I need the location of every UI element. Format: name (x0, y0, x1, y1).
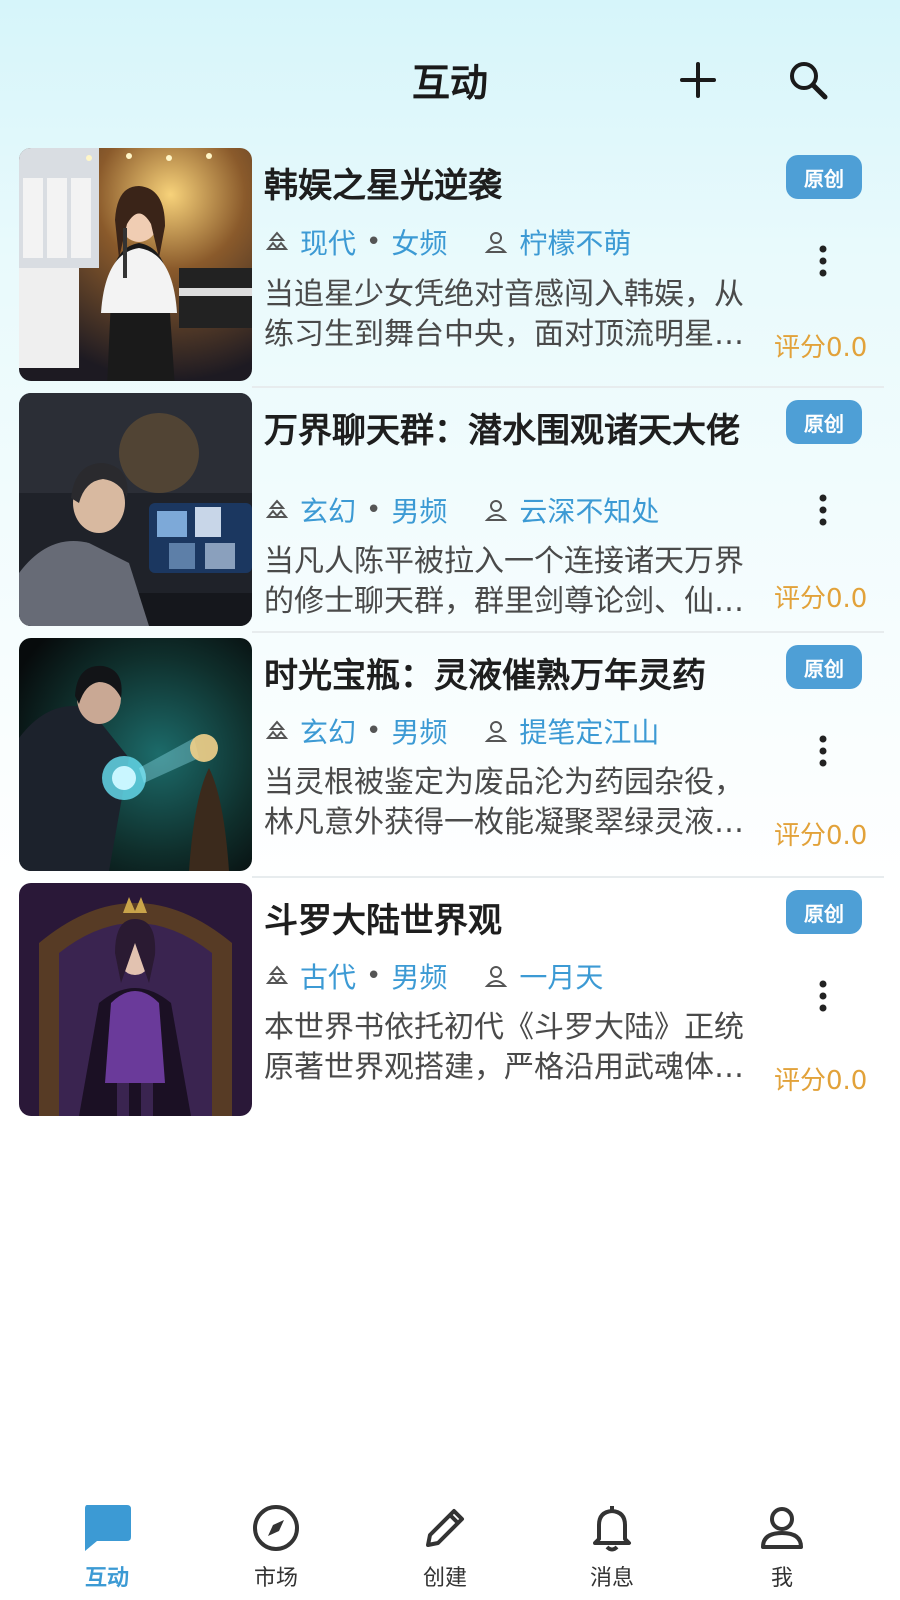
story-card[interactable]: 斗罗大陆世界观 原创 古代 • 男频 一月天 本世界书依托初代《斗罗大陆》正统原… (0, 880, 900, 1125)
tab-label: 我 (770, 1566, 793, 1591)
divider (252, 631, 884, 633)
story-meta: 现代 • 女频 柠檬不萌 (264, 222, 631, 262)
genre-icon (265, 965, 289, 984)
channel-label[interactable]: 女频 (391, 222, 447, 262)
more-vertical-icon (819, 245, 827, 277)
original-badge: 原创 (786, 645, 862, 689)
author-icon (485, 966, 508, 987)
original-badge: 原创 (786, 155, 862, 199)
story-title: 万界聊天群：潜水围观诸天大佬 (264, 411, 740, 451)
more-vertical-icon (819, 494, 827, 526)
more-vertical-icon (819, 980, 827, 1012)
genre-icon (265, 231, 289, 250)
genre-label[interactable]: 现代 (300, 222, 356, 262)
author-icon (485, 721, 508, 742)
story-card[interactable]: 万界聊天群：潜水围观诸天大佬 原创 玄幻 • 男频 云深不知处 当凡人陈平被拉入… (0, 390, 900, 635)
more-options-button[interactable] (808, 490, 838, 530)
more-options-button[interactable] (808, 976, 838, 1016)
score-label: 评分0.0 (774, 1066, 868, 1096)
channel-label[interactable]: 男频 (391, 956, 447, 996)
app-header: 互动 (0, 0, 900, 150)
bottom-tab-bar: 互动 市场 创建 消息 我 (0, 1470, 900, 1600)
story-meta: 古代 • 男频 一月天 (264, 956, 603, 996)
story-title: 韩娱之星光逆袭 (264, 166, 502, 206)
divider (252, 876, 884, 878)
search-icon (790, 62, 828, 100)
cover-image (19, 148, 252, 381)
channel-label[interactable]: 男频 (391, 490, 447, 530)
search-button[interactable] (783, 55, 833, 105)
cover-image (19, 883, 252, 1116)
story-card[interactable]: 韩娱之星光逆袭 原创 现代 • 女频 柠檬不萌 当追星少女凭绝对音感闯入韩娱，从… (0, 145, 900, 390)
more-options-button[interactable] (808, 731, 838, 771)
story-description: 当灵根被鉴定为废品沦为药园杂役，林凡意外获得一枚能凝聚翠绿灵液的时光宝瓶…… (264, 765, 744, 840)
tab-label: 消息 (589, 1566, 634, 1591)
score-label: 评分0.0 (774, 584, 868, 614)
tab-label: 创建 (422, 1566, 467, 1591)
separator-dot: • (366, 961, 382, 991)
author-icon (485, 500, 508, 521)
author-name[interactable]: 柠檬不萌 (519, 222, 631, 262)
story-description: 当追星少女凭绝对音感闯入韩娱，从练习生到舞台中央，面对顶流明星与残酷竞争…… (264, 277, 744, 352)
original-badge: 原创 (786, 890, 862, 934)
story-meta: 玄幻 • 男频 提笔定江山 (264, 711, 659, 751)
tab-create[interactable]: 创建 (385, 1470, 505, 1600)
genre-label[interactable]: 玄幻 (300, 490, 356, 530)
score-label: 评分0.0 (774, 821, 868, 851)
genre-label[interactable]: 玄幻 (300, 711, 356, 751)
compass-icon (248, 1500, 304, 1556)
more-vertical-icon (819, 735, 827, 767)
story-description: 本世界书依托初代《斗罗大陆》正统原著世界观搭建，严格沿用武魂体系与魂环设定…… (264, 1010, 744, 1085)
chat-bubble-icon (79, 1500, 135, 1556)
story-title: 斗罗大陆世界观 (264, 901, 502, 941)
score-label: 评分0.0 (774, 333, 868, 363)
plus-icon (680, 62, 716, 98)
bell-icon (584, 1500, 640, 1556)
author-name[interactable]: 一月天 (519, 956, 603, 996)
original-badge: 原创 (786, 400, 862, 444)
more-options-button[interactable] (808, 241, 838, 281)
person-icon (754, 1500, 810, 1556)
tab-market[interactable]: 市场 (216, 1470, 336, 1600)
tab-messages[interactable]: 消息 (552, 1470, 672, 1600)
separator-dot: • (366, 227, 382, 257)
story-list: 韩娱之星光逆袭 原创 现代 • 女频 柠檬不萌 当追星少女凭绝对音感闯入韩娱，从… (0, 145, 900, 1125)
genre-icon (265, 499, 289, 518)
tab-me[interactable]: 我 (722, 1470, 842, 1600)
author-name[interactable]: 云深不知处 (519, 490, 659, 530)
cover-image (19, 638, 252, 871)
page-title: 互动 (411, 61, 488, 105)
separator-dot: • (366, 716, 382, 746)
pencil-icon (417, 1500, 473, 1556)
story-title: 时光宝瓶：灵液催熟万年灵药 (264, 656, 706, 696)
genre-label[interactable]: 古代 (300, 956, 356, 996)
separator-dot: • (366, 495, 382, 525)
add-button[interactable] (673, 55, 723, 105)
tab-label: 市场 (253, 1566, 298, 1591)
cover-image (19, 393, 252, 626)
divider (252, 386, 884, 388)
story-meta: 玄幻 • 男频 云深不知处 (264, 490, 659, 530)
story-card[interactable]: 时光宝瓶：灵液催熟万年灵药 原创 玄幻 • 男频 提笔定江山 当灵根被鉴定为废品… (0, 635, 900, 880)
author-icon (485, 232, 508, 253)
tab-label: 互动 (84, 1566, 129, 1591)
author-name[interactable]: 提笔定江山 (519, 711, 659, 751)
story-description: 当凡人陈平被拉入一个连接诸天万界的修士聊天群，群里剑尊论剑、仙帝炼丹…… (264, 544, 744, 619)
channel-label[interactable]: 男频 (391, 711, 447, 751)
tab-interact[interactable]: 互动 (47, 1470, 167, 1600)
genre-icon (265, 720, 289, 739)
